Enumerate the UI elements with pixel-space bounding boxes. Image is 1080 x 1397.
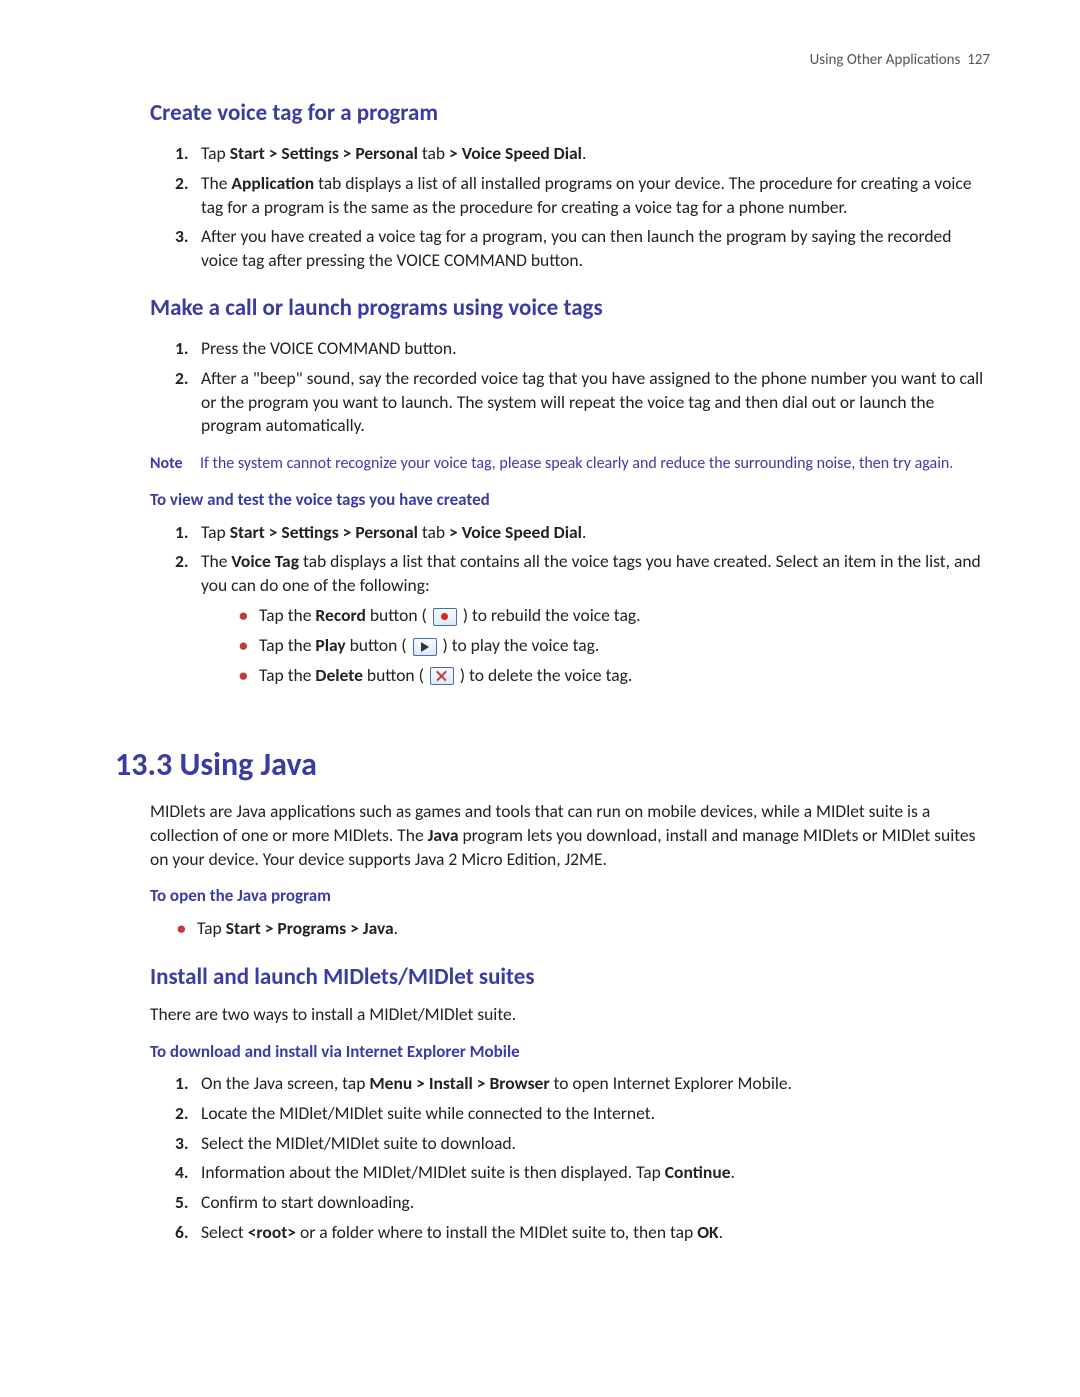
step: Information about the MIDlet/MIDlet suit… — [175, 1158, 990, 1188]
text: On the Java screen, tap — [201, 1072, 369, 1094]
step: Tap Start > Settings > Personal tab > Vo… — [175, 518, 990, 548]
text: Information about the MIDlet/MIDlet suit… — [201, 1161, 665, 1183]
text-bold: Continue — [665, 1161, 731, 1183]
text-bold: Record — [315, 604, 365, 626]
list-item: Tap Start > Programs > Java. — [177, 914, 990, 944]
text-bold: Menu > Install > Browser — [369, 1072, 549, 1094]
steps-make-call: Press the VOICE COMMAND button. After a … — [175, 334, 990, 441]
text: . — [719, 1221, 723, 1243]
heading-create-voice-tag: Create voice tag for a program — [150, 98, 990, 129]
text: . — [731, 1161, 735, 1183]
header-page-number: 127 — [967, 51, 990, 69]
step: Locate the MIDlet/MIDlet suite while con… — [175, 1099, 990, 1129]
text-bold: > Voice Speed Dial — [449, 142, 582, 164]
step: Tap Start > Settings > Personal tab > Vo… — [175, 139, 990, 169]
step: Confirm to start downloading. — [175, 1188, 990, 1218]
text-bold: OK — [697, 1221, 718, 1243]
text: Tap — [201, 142, 230, 164]
heading-install-midlets: Install and launch MIDlets/MIDlet suites — [150, 962, 990, 993]
step: Press the VOICE COMMAND button. — [175, 334, 990, 364]
heading-make-call-voice-tags: Make a call or launch programs using voi… — [150, 293, 990, 324]
text: button ( — [366, 604, 431, 626]
text: The — [201, 172, 231, 194]
text: Tap — [197, 917, 226, 939]
steps-view-test: Tap Start > Settings > Personal tab > Vo… — [175, 518, 990, 704]
text: button ( — [346, 634, 411, 656]
play-icon — [413, 638, 437, 656]
text-bold: Application — [231, 172, 314, 194]
step: On the Java screen, tap Menu > Install >… — [175, 1069, 990, 1099]
note: Note If the system cannot recognize your… — [150, 453, 990, 475]
text: . — [394, 917, 398, 939]
subheading-open-java: To open the Java program — [150, 885, 990, 908]
step: Select <root> or a folder where to insta… — [175, 1218, 990, 1248]
text: . — [582, 142, 586, 164]
text: Tap the — [259, 634, 315, 656]
page: Using Other Applications 127 Create voic… — [0, 0, 1080, 1309]
steps-create-voice-tag: Tap Start > Settings > Personal tab > Vo… — [175, 139, 990, 275]
text: The — [201, 550, 231, 572]
text-bold: Java — [428, 824, 459, 846]
text: ) to play the voice tag. — [439, 634, 600, 656]
record-icon — [433, 608, 457, 626]
text-bold: <root> — [248, 1221, 296, 1243]
text-bold: Start > Settings > Personal — [230, 142, 418, 164]
paragraph-install-intro: There are two ways to install a MIDlet/M… — [150, 1003, 990, 1027]
text: button ( — [363, 664, 428, 686]
text: Select — [201, 1221, 248, 1243]
step: After you have created a voice tag for a… — [175, 222, 990, 275]
note-label: Note — [150, 453, 200, 475]
text-bold: Play — [315, 634, 345, 656]
text: tab displays a list of all installed pro… — [201, 172, 972, 218]
text: to open Internet Explorer Mobile. — [550, 1072, 792, 1094]
note-body: If the system cannot recognize your voic… — [200, 453, 990, 475]
subheading-download-ie-mobile: To download and install via Internet Exp… — [150, 1041, 990, 1064]
text: Tap the — [259, 604, 315, 626]
text: . — [582, 521, 586, 543]
text: tab — [418, 521, 449, 543]
list-item: Tap the Delete button ( ) to delete the … — [239, 661, 990, 691]
header-section: Using Other Applications — [810, 51, 961, 69]
subheading-view-test-voice-tags: To view and test the voice tags you have… — [150, 489, 990, 512]
bullets-open-java: Tap Start > Programs > Java. — [177, 914, 990, 944]
paragraph-midlets-intro: MIDlets are Java applications such as ga… — [150, 800, 990, 871]
list-item: Tap the Record button ( ) to rebuild the… — [239, 601, 990, 631]
heading-using-java: 13.3 Using Java — [115, 743, 990, 786]
text-bold: > Voice Speed Dial — [449, 521, 582, 543]
text: ) to rebuild the voice tag. — [459, 604, 641, 626]
running-header: Using Other Applications 127 — [115, 50, 990, 70]
step: After a "beep" sound, say the recorded v… — [175, 364, 990, 441]
bullets-voice-tag-actions: Tap the Record button ( ) to rebuild the… — [239, 601, 990, 690]
text-bold: Start > Settings > Personal — [230, 521, 418, 543]
text: tab displays a list that contains all th… — [201, 550, 981, 596]
text: or a folder where to install the MIDlet … — [296, 1221, 697, 1243]
step: The Application tab displays a list of a… — [175, 169, 990, 222]
steps-download-install: On the Java screen, tap Menu > Install >… — [175, 1069, 990, 1247]
list-item: Tap the Play button ( ) to play the voic… — [239, 631, 990, 661]
delete-icon — [430, 667, 454, 685]
step: The Voice Tag tab displays a list that c… — [175, 547, 990, 703]
text: tab — [418, 142, 449, 164]
text: ) to delete the voice tag. — [456, 664, 632, 686]
text-bold: Delete — [315, 664, 363, 686]
text: Tap — [201, 521, 230, 543]
text-bold: Voice Tag — [231, 550, 299, 572]
text: Tap the — [259, 664, 315, 686]
text-bold: Start > Programs > Java — [226, 917, 394, 939]
step: Select the MIDlet/MIDlet suite to downlo… — [175, 1129, 990, 1159]
